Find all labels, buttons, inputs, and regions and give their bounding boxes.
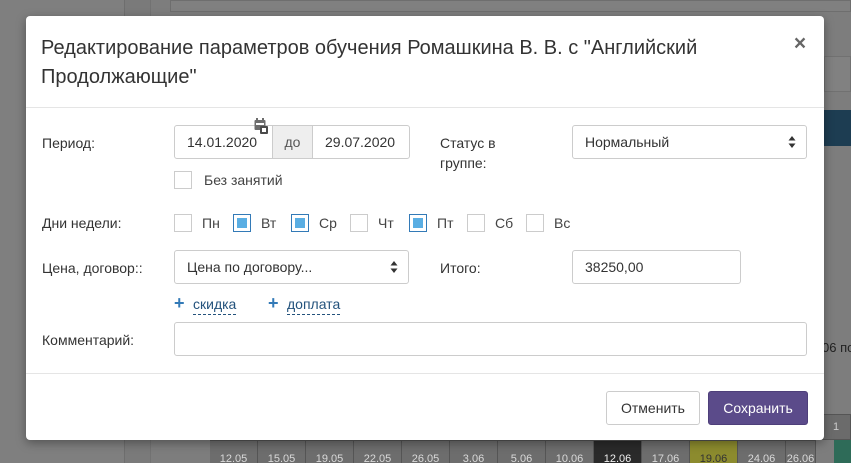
add-surcharge-link[interactable]: доплата bbox=[287, 294, 341, 315]
background-header-bar bbox=[824, 110, 851, 146]
dialog-footer-divider bbox=[26, 373, 824, 374]
weekday-checkbox-sat[interactable] bbox=[467, 214, 485, 232]
date-range-separator: до bbox=[272, 125, 313, 159]
weekday-checkbox-wed[interactable] bbox=[291, 214, 309, 232]
background-date: 3.06 bbox=[450, 440, 498, 463]
weekday-label-mon: Пн bbox=[202, 215, 220, 231]
date-to-input[interactable]: 29.07.2020 bbox=[312, 125, 410, 159]
weekday-checkbox-mon[interactable] bbox=[174, 214, 192, 232]
background-date: 22.05 bbox=[354, 440, 402, 463]
background-date: 12.06 bbox=[594, 440, 642, 463]
background-date: 15.05 bbox=[258, 440, 306, 463]
dialog-header: Редактирование параметров обучения Ромаш… bbox=[26, 16, 824, 108]
add-discount-link[interactable]: скидка bbox=[193, 294, 237, 315]
status-select[interactable]: Нормальный bbox=[572, 125, 807, 159]
comment-label: Комментарий: bbox=[42, 332, 135, 348]
background-date: 19.05 bbox=[306, 440, 354, 463]
cancel-button[interactable]: Отменить bbox=[606, 391, 700, 425]
select-arrows-icon bbox=[788, 136, 796, 148]
period-label: Период: bbox=[42, 135, 95, 151]
weekday-checkbox-tue[interactable] bbox=[233, 214, 251, 232]
weekday-label-sun: Вс bbox=[554, 215, 571, 231]
background-date: 26.06 bbox=[786, 440, 816, 463]
no-lessons-label: Без занятий bbox=[204, 172, 283, 188]
background-date: 10.06 bbox=[546, 440, 594, 463]
background-date: 19.06 bbox=[690, 440, 738, 463]
background-topbar bbox=[170, 0, 851, 12]
comment-input[interactable] bbox=[174, 322, 807, 356]
price-label: Цена, договор:: bbox=[42, 260, 143, 276]
weekday-checkbox-fri[interactable] bbox=[409, 214, 427, 232]
background-text: 06 по bbox=[822, 340, 851, 355]
weekday-label-thu: Чт bbox=[378, 215, 394, 231]
no-lessons-checkbox[interactable] bbox=[174, 171, 192, 189]
status-select-value: Нормальный bbox=[585, 134, 670, 150]
weekday-label-fri: Пт bbox=[437, 215, 454, 231]
save-button[interactable]: Сохранить bbox=[708, 391, 808, 425]
weekday-label-wed: Ср bbox=[319, 215, 337, 231]
weekday-checkbox-thu[interactable] bbox=[350, 214, 368, 232]
plus-icon[interactable]: + bbox=[268, 293, 279, 313]
background-date: 5.06 bbox=[498, 440, 546, 463]
total-label: Итого: bbox=[440, 260, 481, 276]
plus-icon[interactable]: + bbox=[174, 293, 185, 313]
status-label: Статус в группе: bbox=[440, 135, 496, 171]
total-input[interactable]: 38250,00 bbox=[572, 250, 741, 284]
price-select-value: Цена по договору... bbox=[187, 259, 313, 275]
background-date: 12.05 bbox=[210, 440, 258, 463]
background-input bbox=[824, 56, 851, 92]
weekdays-label: Дни недели: bbox=[42, 215, 122, 231]
background-cell: 1 bbox=[822, 414, 851, 440]
weekday-label-sat: Сб bbox=[495, 215, 514, 231]
calendar-icon[interactable] bbox=[254, 118, 269, 134]
background-date: 24.06 bbox=[738, 440, 786, 463]
close-icon[interactable]: × bbox=[790, 33, 810, 55]
weekday-label-tue: Вт bbox=[261, 215, 277, 231]
background-date-row: 12.05 15.05 19.05 22.05 26.05 3.06 5.06 … bbox=[210, 440, 816, 463]
select-arrows-icon bbox=[390, 261, 398, 273]
price-select[interactable]: Цена по договору... bbox=[174, 250, 409, 284]
dialog-title: Редактирование параметров обучения Ромаш… bbox=[41, 37, 698, 88]
background-green-cell bbox=[834, 440, 851, 463]
weekday-checkbox-sun[interactable] bbox=[526, 214, 544, 232]
background-date: 26.05 bbox=[402, 440, 450, 463]
background-date: 17.06 bbox=[642, 440, 690, 463]
